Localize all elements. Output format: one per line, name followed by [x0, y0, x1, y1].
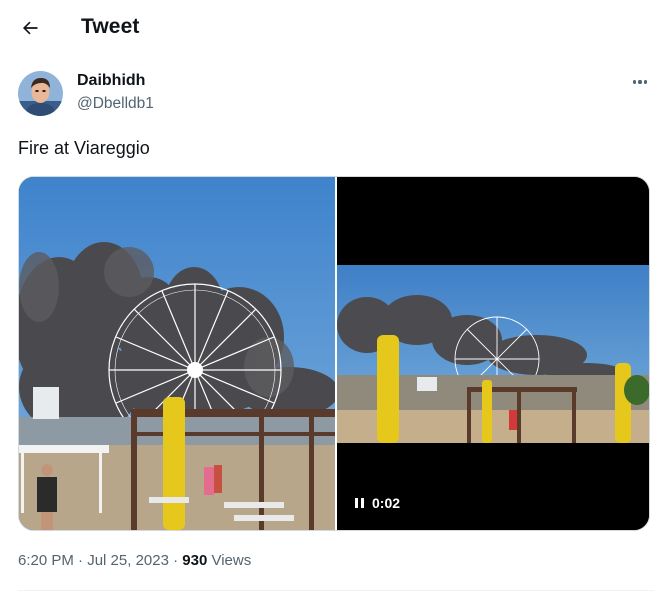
- pause-icon[interactable]: [355, 498, 364, 508]
- author-handle[interactable]: @Dbelldb1: [77, 95, 154, 113]
- back-button[interactable]: [16, 14, 44, 42]
- tweet-time[interactable]: 6:20 PM: [18, 552, 74, 569]
- video-player[interactable]: 0:02: [337, 177, 649, 530]
- media-grid: 0:02: [18, 176, 650, 531]
- arrow-left-icon: [22, 21, 38, 35]
- views-label: Views: [207, 552, 252, 569]
- page-title: Tweet: [81, 15, 140, 38]
- tweet-meta: 6:20 PM · Jul 25, 2023 · 930 Views: [18, 552, 252, 569]
- photo[interactable]: [19, 177, 339, 530]
- views-count: 930: [182, 552, 208, 569]
- avatar[interactable]: [18, 71, 63, 116]
- divider: [18, 590, 654, 591]
- more-horizontal-icon: [632, 80, 636, 84]
- author-name[interactable]: Daibhidh: [77, 72, 145, 90]
- more-button[interactable]: [624, 70, 656, 94]
- tweet-date[interactable]: Jul 25, 2023: [87, 552, 169, 569]
- top-bar: Tweet: [0, 0, 672, 56]
- tweet-text: Fire at Viareggio: [18, 138, 150, 158]
- video-time: 0:02: [372, 495, 401, 511]
